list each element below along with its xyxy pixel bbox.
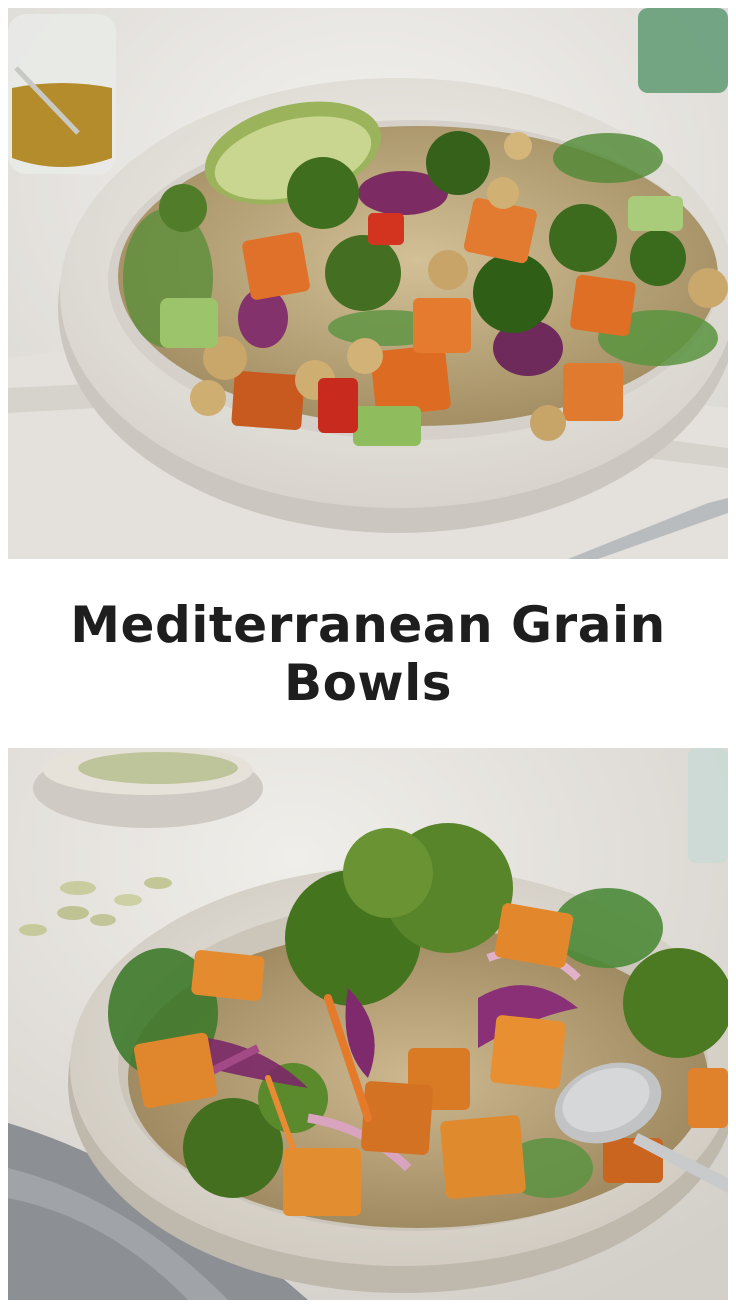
recipe-title: Mediterranean Grain Bowls: [70, 595, 666, 712]
bottom-grain-bowl-photo: [8, 748, 728, 1300]
title-band: Mediterranean Grain Bowls: [0, 559, 736, 748]
top-grain-bowl-photo: [8, 8, 728, 559]
